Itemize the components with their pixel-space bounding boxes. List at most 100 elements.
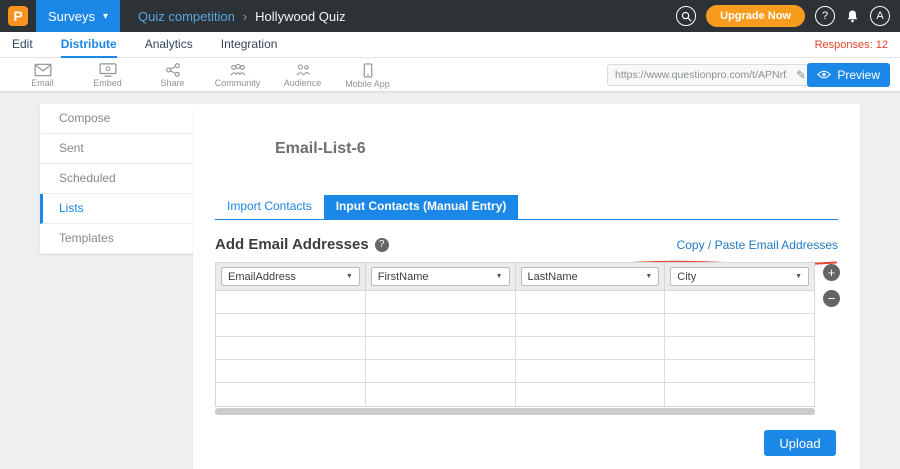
survey-nav-tabs: Edit Distribute Analytics Integration [12,32,277,58]
topbar-actions: Upgrade Now ? A [676,0,890,32]
channel-community[interactable]: Community [205,61,270,89]
channel-label: Community [215,78,261,88]
dropdown-value: City [677,271,696,283]
tab-integration[interactable]: Integration [221,32,278,58]
email-icon [34,63,52,77]
embed-icon [99,63,117,77]
email-sidebar: Compose Sent Scheduled Lists Templates [40,104,193,254]
table-cell-input[interactable] [516,360,666,382]
preview-button[interactable]: Preview [807,63,890,87]
channel-label: Mobile App [345,79,390,89]
table-cell-input[interactable] [216,360,366,382]
page-title: Email-List-6 [275,140,366,158]
table-row [216,291,814,314]
table-cell-input[interactable] [366,291,516,313]
user-avatar[interactable]: A [870,6,890,26]
table-cell-input[interactable] [216,337,366,359]
search-icon[interactable] [676,6,696,26]
responses-count[interactable]: Responses: 12 [815,39,888,51]
column-dropdown-city[interactable]: City ▼ [670,267,809,286]
distribute-toolbar: Email Embed Share Community Audience Mob… [0,58,900,92]
column-dropdown-lastname[interactable]: LastName ▼ [521,267,660,286]
table-cell-input[interactable] [665,360,814,382]
contact-table-body [216,291,814,406]
breadcrumb: Quiz competition › Hollywood Quiz [138,9,346,24]
table-cell-input[interactable] [366,337,516,359]
table-cell-input[interactable] [366,383,516,406]
email-list-panel: Email-List-6 Import Contacts Input Conta… [193,104,860,469]
row-controls: + − [823,264,840,307]
tab-distribute[interactable]: Distribute [61,32,117,58]
channel-label: Email [31,78,54,88]
table-cell-input[interactable] [516,291,666,313]
breadcrumb-current-page: Hollywood Quiz [255,9,345,24]
table-cell-input[interactable] [366,314,516,336]
table-cell-input[interactable] [665,314,814,336]
topbar: P Surveys ▾ Quiz competition › Hollywood… [0,0,900,32]
eye-icon [817,68,831,82]
dropdown-caret-icon: ▼ [346,273,353,280]
table-cell-input[interactable] [516,314,666,336]
channel-share[interactable]: Share [140,61,205,89]
column-dropdown-emailaddress[interactable]: EmailAddress ▼ [221,267,360,286]
section-title: Add Email Addresses [215,236,369,253]
contact-table-header: EmailAddress ▼ FirstName ▼ LastName ▼ [216,263,814,291]
table-cell-input[interactable] [665,291,814,313]
upgrade-now-button[interactable]: Upgrade Now [706,5,805,27]
tab-input-contacts-manual[interactable]: Input Contacts (Manual Entry) [324,195,519,219]
questionpro-logo[interactable]: P [8,6,28,26]
distribute-channels: Email Embed Share Community Audience Mob… [10,61,400,89]
table-cell-input[interactable] [516,337,666,359]
share-icon [165,63,181,77]
tab-import-contacts[interactable]: Import Contacts [215,195,324,219]
tab-edit[interactable]: Edit [12,32,33,58]
copy-paste-email-link[interactable]: Copy / Paste Email Addresses [677,238,838,252]
dropdown-caret-icon: ▼ [795,273,802,280]
sidebar-item-templates[interactable]: Templates [40,224,193,254]
channel-audience[interactable]: Audience [270,61,335,89]
channel-mobile-app[interactable]: Mobile App [335,61,400,89]
column-dropdown-firstname[interactable]: FirstName ▼ [371,267,510,286]
tabs-underline [215,219,838,220]
sidebar-item-lists[interactable]: Lists [40,194,193,224]
notifications-bell-icon[interactable] [845,9,860,24]
survey-nav: Edit Distribute Analytics Integration Re… [0,32,900,58]
survey-url-input[interactable] [608,69,791,81]
dropdown-value: FirstName [378,271,429,283]
table-cell-input[interactable] [665,337,814,359]
breadcrumb-separator: › [243,9,247,24]
column-header-cell: LastName ▼ [516,263,666,290]
breadcrumb-survey-link[interactable]: Quiz competition [138,9,235,24]
column-header-cell: FirstName ▼ [366,263,516,290]
dropdown-caret-icon: ▼ [496,273,503,280]
dropdown-value: LastName [528,271,578,283]
channel-email[interactable]: Email [10,61,75,89]
table-cell-input[interactable] [216,314,366,336]
channel-label: Embed [93,78,122,88]
sidebar-item-compose[interactable]: Compose [40,104,193,134]
table-row [216,360,814,383]
table-cell-input[interactable] [516,383,666,406]
survey-url-group: ✎ [607,64,812,86]
remove-row-button[interactable]: − [823,290,840,307]
table-row [216,337,814,360]
add-row-button[interactable]: + [823,264,840,281]
table-cell-input[interactable] [665,383,814,406]
channel-embed[interactable]: Embed [75,61,140,89]
tab-analytics[interactable]: Analytics [145,32,193,58]
table-cell-input[interactable] [216,291,366,313]
table-cell-input[interactable] [216,383,366,406]
horizontal-scrollbar[interactable] [215,408,815,415]
help-icon[interactable]: ? [375,238,389,252]
help-circle-icon[interactable]: ? [815,6,835,26]
channel-label: Share [160,78,184,88]
surveys-menu-button[interactable]: Surveys ▾ [36,0,120,32]
table-row [216,383,814,406]
community-icon [229,63,247,77]
table-cell-input[interactable] [366,360,516,382]
dropdown-caret-icon: ▼ [645,273,652,280]
upload-button[interactable]: Upload [764,430,836,456]
sidebar-item-scheduled[interactable]: Scheduled [40,164,193,194]
dropdown-value: EmailAddress [228,271,296,283]
sidebar-item-sent[interactable]: Sent [40,134,193,164]
